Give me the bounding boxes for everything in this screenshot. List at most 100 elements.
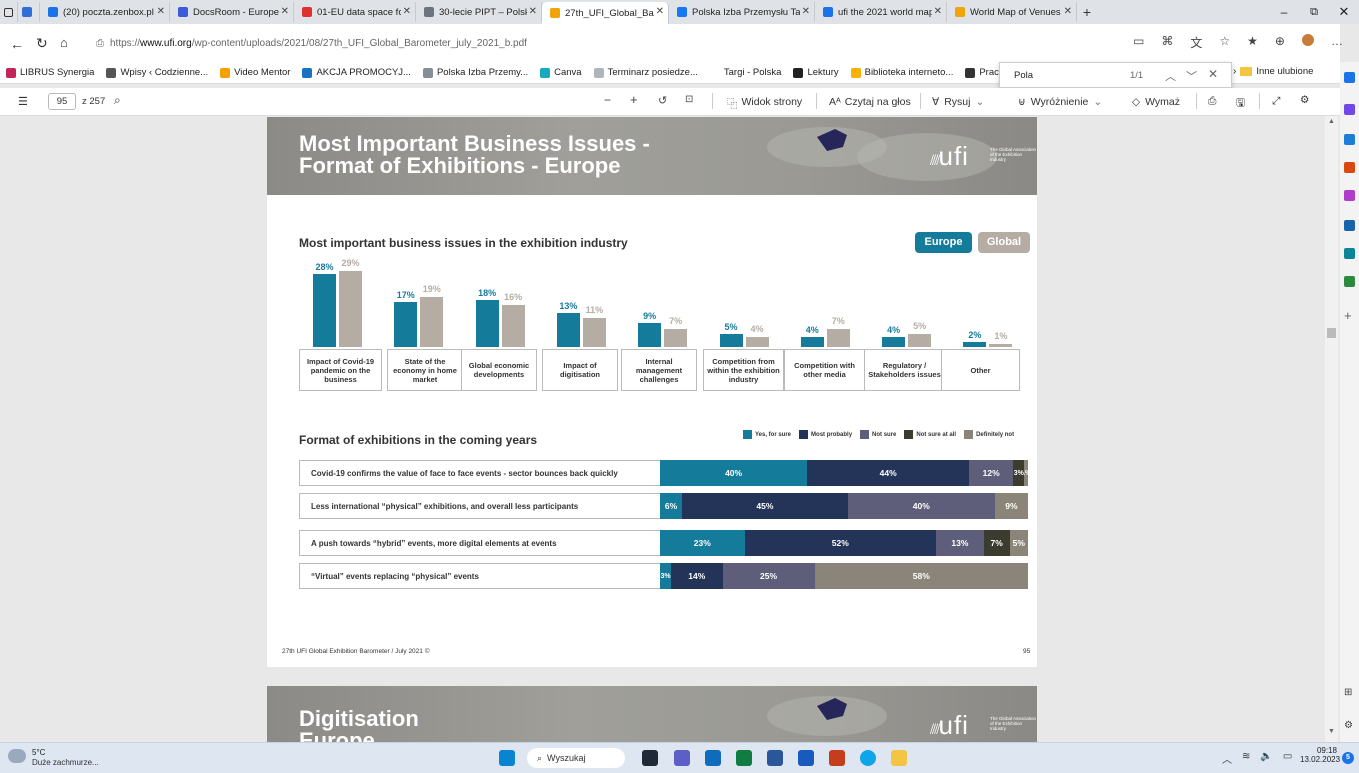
highlight-button[interactable]: ⊎ Wyróżnienie ⌄ xyxy=(1018,96,1102,108)
menu-icon[interactable]: … xyxy=(1331,34,1343,51)
fit-page-icon[interactable]: ⊡ xyxy=(685,94,693,105)
notification-badge[interactable]: 5 xyxy=(1342,752,1354,764)
excel-icon[interactable] xyxy=(736,750,752,766)
task-view-icon[interactable] xyxy=(642,750,658,766)
new-tab-button[interactable]: + xyxy=(1077,4,1097,20)
word-icon[interactable] xyxy=(798,750,814,766)
bookmark[interactable]: Polska Izba Przemy... xyxy=(422,67,528,78)
tab[interactable]: World Map of Venues – U✕ xyxy=(947,2,1077,22)
address-field[interactable]: ⎙ https://www.ufi.org/wp-content/uploads… xyxy=(96,34,1096,52)
bookmark[interactable]: Wpisy ‹ Codzienne... xyxy=(106,67,208,78)
minimize-button[interactable]: – xyxy=(1269,5,1299,19)
zoom-out-button[interactable]: − xyxy=(604,93,611,107)
split-screen-icon[interactable]: ⊞ xyxy=(1344,687,1352,698)
save-icon[interactable]: 🖫 xyxy=(1236,95,1245,113)
tab[interactable]: ufi the 2021 world map of✕ xyxy=(815,2,947,22)
sidebar-settings-icon[interactable]: ⚙ xyxy=(1344,720,1353,731)
bookmark[interactable]: Video Mentor xyxy=(220,67,290,78)
system-tray[interactable]: ︿ ≋ 🔈 ▭ xyxy=(1222,751,1292,766)
print-icon[interactable]: ⎙ xyxy=(1208,95,1216,108)
scroll-up-icon[interactable]: ▲ xyxy=(1328,118,1335,125)
close-icon[interactable]: ✕ xyxy=(281,6,289,17)
tab[interactable]: DocsRoom - European Co✕ xyxy=(170,2,294,22)
bookmark[interactable]: Terminarz posiedze... xyxy=(593,67,698,78)
close-icon[interactable]: ✕ xyxy=(157,6,165,17)
close-icon[interactable]: ✕ xyxy=(656,6,664,17)
zoom-in-button[interactable]: + xyxy=(630,92,638,107)
calculator-icon[interactable] xyxy=(767,750,783,766)
collections-button[interactable] xyxy=(18,2,40,22)
translate-icon[interactable]: 文 xyxy=(1190,34,1202,51)
bookmark[interactable]: Biblioteka interneto... xyxy=(850,67,953,78)
tab[interactable]: (20) poczta.zenbox.pl :: Oc✕ xyxy=(40,2,170,22)
bookmark[interactable]: AKCJA PROMOCYJ... xyxy=(302,67,411,78)
taskbar-search[interactable]: ⌕ Wyszukaj xyxy=(527,748,625,768)
clock[interactable]: 09:18 13.02.2023 xyxy=(1300,746,1340,764)
favorite-add-icon[interactable]: ☆ xyxy=(1219,34,1230,51)
outlook-taskbar-icon[interactable] xyxy=(705,750,721,766)
page-number-input[interactable]: 95 xyxy=(48,93,76,110)
tree-icon[interactable] xyxy=(1344,276,1355,287)
tab[interactable]: 01-EU data space for touri✕ xyxy=(294,2,416,22)
close-icon[interactable]: ✕ xyxy=(529,6,537,17)
refresh-icon[interactable]: ↻ xyxy=(36,35,48,52)
tab[interactable]: 27th_UFI_Global_Baromet✕ xyxy=(542,2,669,24)
bookmark[interactable]: Canva xyxy=(540,67,582,78)
outlook-icon[interactable] xyxy=(1344,248,1355,259)
find-prev-icon[interactable]: ︿ xyxy=(1165,68,1176,84)
volume-icon[interactable]: 🔈 xyxy=(1260,751,1272,766)
erase-button[interactable]: ◇ Wymaż xyxy=(1132,96,1180,108)
shopping-icon[interactable] xyxy=(1344,134,1355,145)
teams-icon[interactable] xyxy=(674,750,690,766)
wifi-icon[interactable]: ≋ xyxy=(1242,751,1250,766)
games-icon[interactable] xyxy=(1344,190,1355,201)
close-icon[interactable]: ✕ xyxy=(802,6,810,17)
close-icon[interactable]: ✕ xyxy=(403,6,411,17)
contents-icon[interactable]: ☰ xyxy=(18,95,28,108)
restore-button[interactable]: ⧉ xyxy=(1299,6,1329,19)
close-icon[interactable]: ✕ xyxy=(1064,6,1072,17)
scroll-thumb[interactable] xyxy=(1327,328,1336,338)
close-icon[interactable]: ✕ xyxy=(934,6,942,17)
edge-icon[interactable] xyxy=(860,750,876,766)
rotate-icon[interactable]: ↺ xyxy=(658,94,667,107)
back-icon[interactable]: ← xyxy=(10,36,24,52)
read-aloud-button[interactable]: Aᴬ Czytaj na głos xyxy=(829,96,911,108)
tab-actions-button[interactable] xyxy=(0,2,18,22)
copilot-icon[interactable] xyxy=(1344,104,1355,115)
read-mode-icon[interactable]: ▭ xyxy=(1133,34,1144,51)
file-explorer-icon[interactable] xyxy=(891,750,907,766)
other-favorites[interactable]: › Inne ulubione xyxy=(1233,66,1314,77)
apps-icon[interactable]: ⌘ xyxy=(1161,34,1173,51)
bookmark[interactable]: LIBRUS Synergia xyxy=(6,67,94,78)
bookmark[interactable]: Targi - Polska xyxy=(709,67,781,78)
search-icon[interactable]: ⌕ xyxy=(114,93,121,108)
draw-button[interactable]: ∀ Rysuj ⌄ xyxy=(932,96,984,108)
battery-icon[interactable]: ▭ xyxy=(1283,751,1292,766)
weather-icon[interactable] xyxy=(8,749,26,763)
office-icon[interactable] xyxy=(1344,220,1355,231)
find-next-icon[interactable]: ﹀ xyxy=(1186,68,1197,84)
tab[interactable]: Polska Izba Przemysłu Tar ✕ xyxy=(669,2,815,22)
chevron-up-icon[interactable]: ︿ xyxy=(1222,751,1232,766)
collections-toolbar-icon[interactable]: ⊕ xyxy=(1275,34,1285,51)
home-icon[interactable]: ⌂ xyxy=(60,35,68,50)
scroll-down-icon[interactable]: ▼ xyxy=(1328,728,1335,735)
find-input[interactable]: Pola xyxy=(1014,70,1033,81)
tab[interactable]: 30-lecie PIPT – Polska Izba✕ xyxy=(416,2,542,22)
find-close-icon[interactable]: ✕ xyxy=(1208,67,1218,81)
profile-icon[interactable] xyxy=(1301,34,1314,46)
add-icon[interactable]: + xyxy=(1344,308,1352,323)
bookmark[interactable]: Lektury xyxy=(793,67,839,78)
tools-icon[interactable] xyxy=(1344,162,1355,173)
start-icon[interactable] xyxy=(499,750,515,766)
page-view-button[interactable]: ⿻ Widok strony xyxy=(727,96,802,111)
search-icon[interactable] xyxy=(1344,72,1355,83)
vertical-scrollbar[interactable]: ▲ ▼ xyxy=(1325,116,1338,742)
settings-icon[interactable]: ⚙ xyxy=(1300,94,1309,106)
expand-icon[interactable]: ⤢ xyxy=(1272,95,1280,108)
page-info-icon[interactable]: ⎙ xyxy=(96,38,104,49)
favorites-icon[interactable]: ★ xyxy=(1247,34,1258,51)
powerpoint-icon[interactable] xyxy=(829,750,845,766)
close-window-button[interactable]: ✕ xyxy=(1329,4,1359,20)
